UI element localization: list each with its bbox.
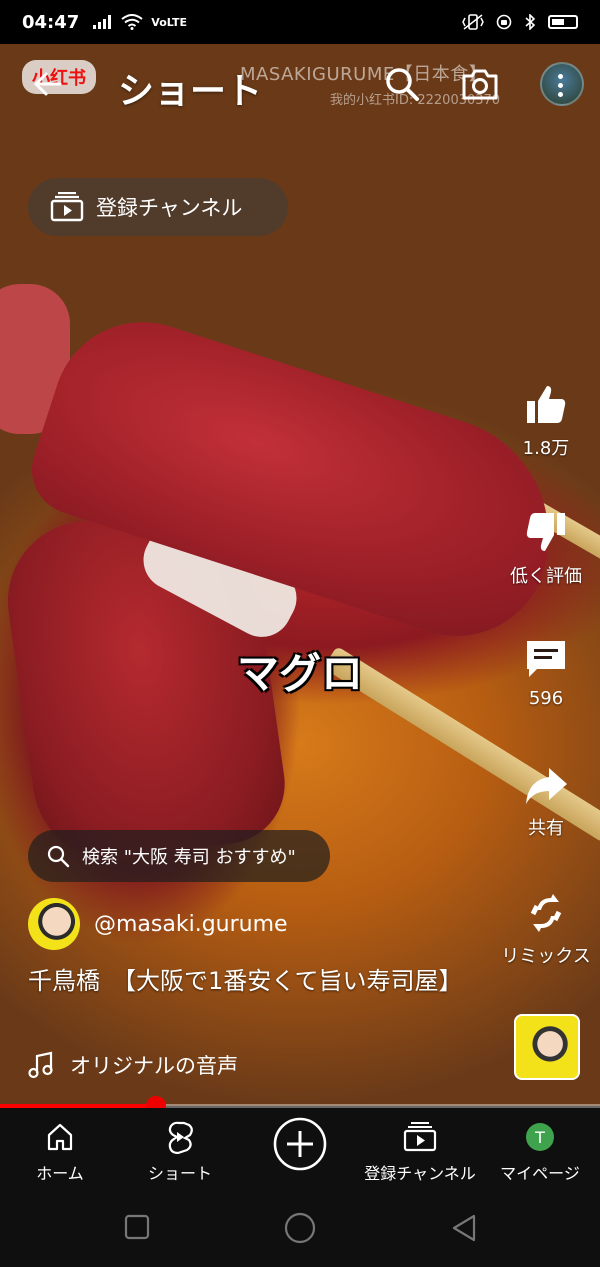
like-count: 1.8万 (522, 438, 570, 459)
system-navigation-bar (0, 1190, 600, 1267)
more-options-icon[interactable] (558, 74, 563, 97)
search-suggestion-pill[interactable]: 検索 "大阪 寿司 おすすめ" (28, 830, 330, 882)
home-icon (47, 1123, 73, 1151)
nav-you-label: マイページ (500, 1164, 580, 1183)
audio-row[interactable]: オリジナルの音声 (28, 1050, 238, 1080)
comment-icon (527, 641, 565, 677)
share-icon (526, 768, 567, 804)
back-arrow-icon[interactable] (30, 66, 66, 102)
status-time: 04:47 (22, 11, 80, 33)
battery-icon (548, 15, 578, 29)
back-triangle-icon[interactable] (450, 1214, 478, 1242)
subscriptions-nav-icon (403, 1122, 437, 1152)
audio-label: オリジナルの音声 (70, 1054, 238, 1078)
volte-badge: VoLTE (151, 15, 187, 29)
nav-create[interactable] (240, 1108, 360, 1190)
subscriptions-chip[interactable]: 登録チャンネル (28, 178, 288, 236)
nav-shorts-label: ショート (147, 1164, 212, 1183)
recents-icon[interactable] (124, 1214, 150, 1240)
alarm-icon (496, 14, 512, 30)
like-button[interactable]: 1.8万 (496, 382, 596, 460)
bluetooth-icon (525, 14, 536, 30)
shorts-icon (168, 1121, 193, 1154)
remix-button[interactable]: リミックス (496, 890, 596, 968)
audio-thumbnail[interactable] (514, 1014, 580, 1080)
channel-handle[interactable]: @masaki.gurume (94, 912, 288, 937)
vibrate-icon (462, 14, 484, 30)
home-circle-icon[interactable] (284, 1212, 316, 1244)
dislike-button[interactable]: 低く評価 (496, 510, 596, 588)
profile-avatar: T (526, 1123, 554, 1151)
music-note-icon (28, 1051, 53, 1079)
camera-icon[interactable] (460, 64, 500, 104)
nav-home[interactable]: ホーム (0, 1108, 120, 1190)
nav-home-label: ホーム (36, 1164, 84, 1183)
bottom-navigation: ホーム ショート 登録チャンネル T マイページ (0, 1108, 600, 1190)
page-title: ショート (118, 71, 263, 112)
comments-button[interactable]: 596 (496, 636, 596, 709)
remix-icon (530, 894, 562, 932)
nav-you[interactable]: T マイページ (480, 1108, 600, 1190)
shorts-header: ショート (0, 58, 600, 112)
share-button[interactable]: 共有 (496, 764, 596, 840)
nav-subscriptions[interactable]: 登録チャンネル (360, 1108, 480, 1190)
share-label: 共有 (528, 818, 564, 839)
nav-shorts[interactable]: ショート (120, 1108, 240, 1190)
signal-icon (93, 15, 112, 29)
wifi-icon (121, 14, 143, 30)
video-title[interactable]: 千鳥橋 【大阪で1番安くて旨い寿司屋】 (28, 966, 468, 997)
create-plus-icon (273, 1117, 327, 1171)
subscriptions-chip-label: 登録チャンネル (96, 196, 243, 220)
thumbs-down-icon (526, 513, 565, 551)
dislike-label: 低く評価 (510, 566, 582, 587)
status-bar: 04:47 VoLTE (0, 0, 600, 44)
search-icon[interactable] (382, 64, 422, 104)
comment-count: 596 (528, 688, 564, 709)
thumbs-up-icon (527, 386, 566, 423)
nav-subscriptions-label: 登録チャンネル (364, 1164, 476, 1183)
subscriptions-icon (50, 192, 84, 222)
channel-row[interactable]: @masaki.gurume (28, 898, 288, 950)
search-suggestion-text: 検索 "大阪 寿司 おすすめ" (82, 847, 296, 868)
remix-label: リミックス (501, 946, 591, 967)
channel-avatar[interactable] (28, 898, 80, 950)
search-suggestion-icon (47, 845, 70, 868)
